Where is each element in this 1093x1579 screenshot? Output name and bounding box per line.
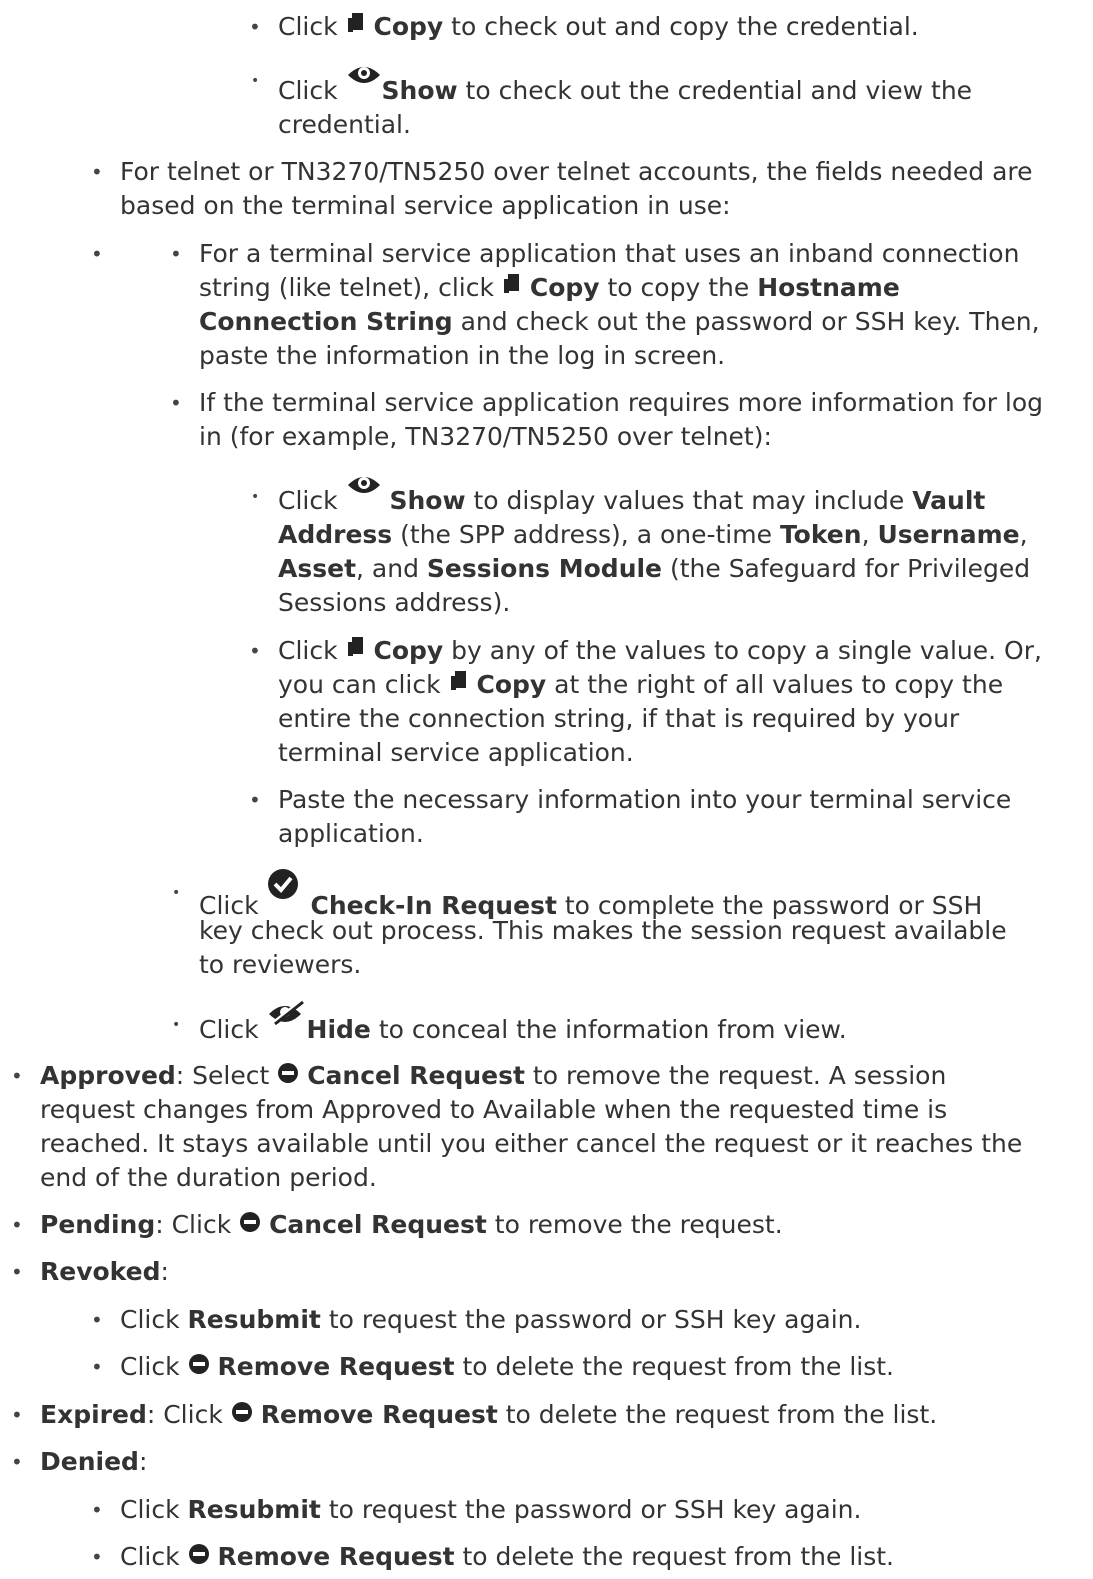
bullet: •: [91, 1545, 103, 1569]
list-item-continued: to reviewers.: [199, 950, 362, 979]
list-item: Expired: Click Remove Request to delete …: [40, 1398, 937, 1432]
bullet: •: [249, 788, 261, 812]
bullet: •: [172, 1017, 181, 1033]
list-item-continued: application.: [278, 819, 424, 848]
minus-circle-icon[interactable]: [277, 1059, 299, 1093]
remove-request-button[interactable]: Remove Request: [217, 1542, 454, 1571]
eye-icon[interactable]: [346, 472, 382, 506]
list-item-continued: end of the duration period.: [40, 1163, 377, 1192]
list-item-continued: Connection String and check out the pass…: [199, 307, 1040, 336]
list-item-continued: request changes from Approved to Availab…: [40, 1095, 948, 1124]
copy-icon[interactable]: [346, 634, 366, 668]
list-item: Click Copy by any of the values to copy …: [278, 634, 1042, 668]
copy-button[interactable]: Copy: [477, 670, 547, 699]
list-item: Click Resubmit to request the password o…: [120, 1305, 862, 1334]
list-item-continued: entire the connection string, if that is…: [278, 704, 960, 733]
cancel-request-button[interactable]: Cancel Request: [269, 1210, 487, 1239]
list-item: If the terminal service application requ…: [199, 388, 1044, 417]
list-item: Approved: Select Cancel Request to remov…: [40, 1059, 946, 1093]
remove-request-button[interactable]: Remove Request: [217, 1352, 454, 1381]
minus-circle-icon[interactable]: [231, 1398, 253, 1432]
show-button[interactable]: Show: [382, 76, 458, 105]
cancel-request-button[interactable]: Cancel Request: [307, 1061, 525, 1090]
minus-circle-icon[interactable]: [239, 1208, 261, 1242]
bullet: •: [91, 1308, 103, 1332]
hide-button[interactable]: Hide: [307, 1015, 371, 1044]
bullet: •: [11, 1213, 23, 1237]
check-circle-icon[interactable]: [267, 868, 303, 911]
remove-request-button[interactable]: Remove Request: [261, 1400, 498, 1429]
list-item: Pending: Click Cancel Request to remove …: [40, 1208, 783, 1242]
list-item-continued: you can click Copy at the right of all v…: [278, 668, 1003, 702]
bullet: •: [11, 1403, 23, 1427]
list-item: Click Remove Request to delete the reque…: [120, 1350, 894, 1384]
copy-button[interactable]: Copy: [530, 273, 600, 302]
minus-circle-icon[interactable]: [188, 1350, 210, 1384]
copy-icon[interactable]: [449, 668, 469, 702]
bullet: •: [170, 391, 182, 415]
resubmit-button[interactable]: Resubmit: [188, 1305, 321, 1334]
list-item-continued: Sessions address).: [278, 588, 511, 617]
list-item: For telnet or TN3270/TN5250 over telnet …: [120, 157, 1033, 186]
list-item-continued: Address (the SPP address), a one-time To…: [278, 520, 1028, 549]
resubmit-button[interactable]: Resubmit: [188, 1495, 321, 1524]
list-item-continued: terminal service application.: [278, 738, 634, 767]
list-item-continued: credential.: [278, 110, 411, 139]
list-item-continued: paste the information in the log in scre…: [199, 341, 726, 370]
copy-button[interactable]: Copy: [373, 12, 443, 41]
copy-icon[interactable]: [346, 10, 366, 44]
bullet: •: [172, 885, 181, 901]
eye-icon[interactable]: [346, 62, 382, 96]
list-item: Denied:: [40, 1447, 148, 1476]
bullet: •: [11, 1450, 23, 1474]
list-item-continued: based on the terminal service applicatio…: [120, 191, 731, 220]
list-item: Revoked:: [40, 1257, 169, 1286]
bullet: •: [91, 242, 103, 266]
list-item: Click Show to display values that may in…: [278, 477, 985, 518]
copy-icon[interactable]: [502, 271, 522, 305]
show-button[interactable]: Show: [389, 486, 465, 515]
list-item: Paste the necessary information into you…: [278, 785, 1012, 814]
list-item-continued: reached. It stays available until you ei…: [40, 1129, 1023, 1158]
document-page: { "lines": { "l1": ["Click ", "Copy", " …: [0, 0, 1093, 1579]
bullet: •: [251, 73, 260, 89]
list-item-continued: string (like telnet), click Copy to copy…: [199, 271, 900, 305]
list-item-continued: in (for example, TN3270/TN5250 over teln…: [199, 422, 772, 451]
bullet: •: [249, 15, 261, 39]
list-item-continued: Asset, and Sessions Module (the Safeguar…: [278, 554, 1031, 583]
bullet: •: [91, 1498, 103, 1522]
bullet: •: [11, 1064, 23, 1088]
bullet: •: [170, 242, 182, 266]
bullet: •: [91, 1355, 103, 1379]
copy-button[interactable]: Copy: [373, 636, 443, 665]
eye-slash-icon[interactable]: [267, 1000, 307, 1035]
bullet: •: [249, 639, 261, 663]
list-item: For a terminal service application that …: [199, 239, 1020, 268]
bullet: •: [11, 1260, 23, 1284]
minus-circle-icon[interactable]: [188, 1540, 210, 1574]
bullet: •: [251, 489, 260, 505]
list-item: Click Resubmit to request the password o…: [120, 1495, 862, 1524]
list-item-continued: key check out process. This makes the se…: [199, 916, 1007, 945]
list-item: Click Copy to check out and copy the cre…: [278, 10, 919, 44]
list-item: Click Hide to conceal the information fr…: [199, 1000, 847, 1047]
bullet: •: [91, 160, 103, 184]
list-item: Click Remove Request to delete the reque…: [120, 1540, 894, 1574]
list-item: Click Show to check out the credential a…: [278, 67, 972, 108]
